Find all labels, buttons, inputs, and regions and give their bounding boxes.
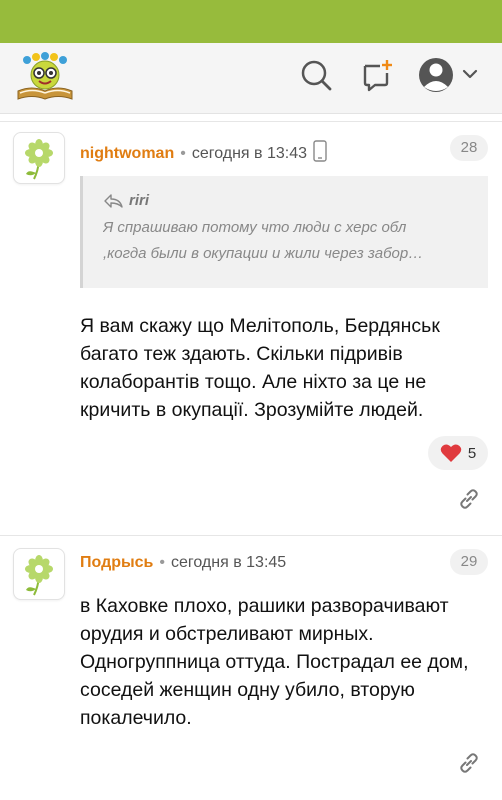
search-icon[interactable]: [298, 57, 334, 93]
reply-arrow-icon: [104, 193, 123, 208]
quote-author[interactable]: riri: [103, 192, 474, 209]
mobile-phone-icon: [313, 140, 327, 162]
comment-text: в Каховке плохо, рашики разворачивают ор…: [80, 595, 469, 729]
like-button[interactable]: 5: [428, 436, 488, 470]
chevron-down-icon: [462, 69, 478, 79]
comment-author[interactable]: nightwoman: [80, 145, 174, 162]
comment-time: сегодня в 13:45: [171, 554, 287, 571]
new-post-icon[interactable]: [358, 57, 394, 93]
quote-text-line: Я спрашиваю потому что люди с херс обл: [103, 219, 407, 236]
account-menu-button[interactable]: [416, 57, 484, 93]
comment-meta: Подрысь • сегодня в 13:45: [80, 554, 287, 571]
comment-time: сегодня в 13:43: [191, 145, 308, 162]
site-header: [0, 43, 502, 114]
comment-item: nightwoman • сегодня в 13:43 28 riri Я спр…: [0, 122, 502, 534]
comment-item: Подрысь • сегодня в 13:45 29 в Каховке пло…: [0, 536, 502, 800]
link-icon[interactable]: [458, 752, 480, 774]
comment-author[interactable]: Подрысь: [80, 554, 153, 571]
site-logo[interactable]: [14, 51, 76, 103]
comment-number[interactable]: 29: [450, 549, 488, 575]
quote-block: riri Я спрашиваю потому что люди с херс …: [80, 176, 488, 288]
link-icon[interactable]: [458, 488, 480, 510]
top-status-bar: [0, 0, 502, 43]
comment-text: Я вам скажу що Мелітополь, Бердянськ баг…: [80, 315, 440, 421]
comment-meta: nightwoman • сегодня в 13:43: [80, 140, 327, 163]
avatar[interactable]: [13, 548, 65, 600]
quote-text-line: ,когда были в окупации и жили через забо…: [103, 245, 424, 262]
avatar[interactable]: [13, 132, 65, 184]
like-count: 5: [467, 444, 477, 462]
heart-icon: [440, 444, 462, 462]
comment-number[interactable]: 28: [450, 135, 488, 161]
